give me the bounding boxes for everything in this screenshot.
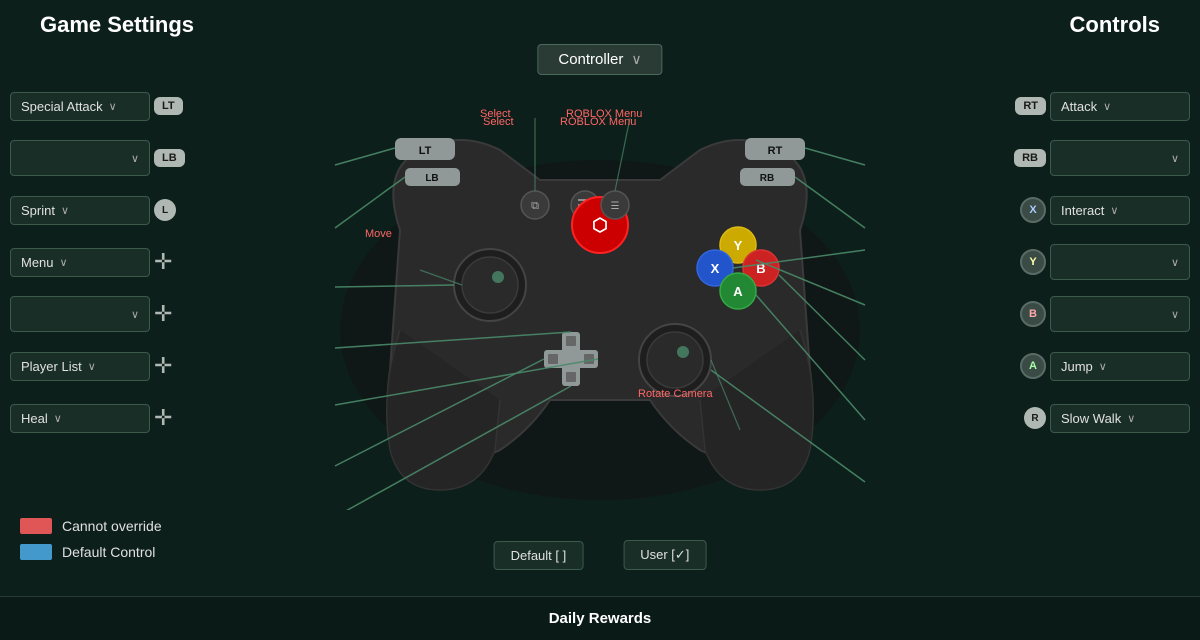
interact-button[interactable]: Interact ∨ bbox=[1050, 196, 1190, 225]
jump-label: Jump bbox=[1061, 359, 1093, 374]
control-row-special-attack: Special Attack ∨ LT bbox=[10, 80, 185, 132]
b-face-button-icon: B bbox=[1020, 301, 1046, 327]
svg-text:Y: Y bbox=[734, 238, 743, 253]
interact-label: Interact bbox=[1061, 203, 1104, 218]
game-settings-title: Game Settings bbox=[40, 12, 194, 38]
move-label-display: Move bbox=[365, 228, 392, 240]
default-control-text: Default Control bbox=[62, 544, 155, 560]
slow-walk-label: Slow Walk bbox=[1061, 411, 1121, 426]
chevron-icon: ∨ bbox=[1099, 360, 1107, 373]
footer: Daily Rewards bbox=[0, 596, 1200, 640]
svg-text:RB: RB bbox=[760, 173, 774, 184]
attack-button[interactable]: Attack ∨ bbox=[1050, 92, 1190, 121]
control-row-jump: A Jump ∨ bbox=[1014, 340, 1190, 392]
roblox-menu-label-display: ROBLOX Menu bbox=[560, 116, 636, 128]
x-face-button-icon: X bbox=[1020, 197, 1046, 223]
player-list-label: Player List bbox=[21, 359, 82, 374]
cannot-override-color bbox=[20, 518, 52, 534]
control-row-heal: Heal ∨ ✛ bbox=[10, 392, 185, 444]
sprint-button[interactable]: Sprint ∨ bbox=[10, 196, 150, 225]
chevron-down-icon: ∨ bbox=[631, 51, 641, 68]
heal-button[interactable]: Heal ∨ bbox=[10, 404, 150, 433]
svg-text:⬡: ⬡ bbox=[592, 215, 608, 235]
chevron-icon: ∨ bbox=[1171, 256, 1179, 269]
b-button[interactable]: ∨ bbox=[1050, 296, 1190, 332]
lb-label: LB bbox=[154, 149, 185, 167]
r-stick-icon: R bbox=[1024, 407, 1046, 429]
svg-text:LT: LT bbox=[419, 145, 432, 157]
svg-text:☰: ☰ bbox=[611, 201, 620, 212]
menu-button[interactable]: Menu ∨ bbox=[10, 248, 150, 277]
dpad-up-icon: ✛ bbox=[154, 251, 172, 273]
control-row-menu: Menu ∨ ✛ bbox=[10, 236, 185, 288]
chevron-icon: ∨ bbox=[109, 100, 117, 113]
controller-dropdown[interactable]: Controller ∨ bbox=[537, 44, 662, 75]
control-row-slow-walk: R Slow Walk ∨ bbox=[1014, 392, 1190, 444]
rt-label: RT bbox=[1015, 97, 1046, 115]
y-button[interactable]: ∨ bbox=[1050, 244, 1190, 280]
chevron-icon: ∨ bbox=[1171, 152, 1179, 165]
chevron-icon: ∨ bbox=[54, 412, 62, 425]
svg-text:X: X bbox=[711, 261, 720, 276]
control-row-attack: RT Attack ∨ bbox=[1014, 80, 1190, 132]
chevron-icon: ∨ bbox=[1103, 100, 1111, 113]
chevron-icon: ∨ bbox=[1110, 204, 1118, 217]
default-button[interactable]: Default [ ] bbox=[494, 541, 584, 570]
control-row-player-list: Player List ∨ ✛ bbox=[10, 340, 185, 392]
dpad-right-button[interactable]: ∨ bbox=[10, 296, 150, 332]
svg-text:⧉: ⧉ bbox=[531, 200, 539, 212]
dpad-left-icon: ✛ bbox=[154, 355, 172, 377]
legend: Cannot override Default Control bbox=[20, 518, 162, 570]
controls-title: Controls bbox=[1070, 12, 1160, 38]
control-row-y: Y ∨ bbox=[1014, 236, 1190, 288]
lb-button[interactable]: ∨ bbox=[10, 140, 150, 176]
chevron-icon: ∨ bbox=[1127, 412, 1135, 425]
l-stick-icon: L bbox=[154, 199, 176, 221]
control-row-dpad-right: ∨ ✛ bbox=[10, 288, 185, 340]
chevron-icon: ∨ bbox=[131, 152, 139, 165]
control-row-sprint: Sprint ∨ L bbox=[10, 184, 185, 236]
daily-rewards-text[interactable]: Daily Rewards bbox=[549, 610, 652, 627]
default-control-color bbox=[20, 544, 52, 560]
user-button[interactable]: User [✓] bbox=[623, 540, 706, 570]
menu-label: Menu bbox=[21, 255, 54, 270]
rb-label: RB bbox=[1014, 149, 1046, 167]
y-face-button-icon: Y bbox=[1020, 249, 1046, 275]
a-face-button-icon: A bbox=[1020, 353, 1046, 379]
chevron-icon: ∨ bbox=[88, 360, 96, 373]
rotate-camera-label-display: Rotate Camera bbox=[638, 388, 713, 400]
sprint-label: Sprint bbox=[21, 203, 55, 218]
svg-text:LB: LB bbox=[425, 173, 438, 184]
bottom-buttons: Default [ ] User [✓] bbox=[494, 540, 707, 570]
lt-label: LT bbox=[154, 97, 183, 115]
jump-button[interactable]: Jump ∨ bbox=[1050, 352, 1190, 381]
chevron-icon: ∨ bbox=[60, 256, 68, 269]
control-row-lb: ∨ LB bbox=[10, 132, 185, 184]
control-row-interact: X Interact ∨ bbox=[1014, 184, 1190, 236]
heal-label: Heal bbox=[21, 411, 48, 426]
chevron-icon: ∨ bbox=[61, 204, 69, 217]
control-row-b: B ∨ bbox=[1014, 288, 1190, 340]
cannot-override-text: Cannot override bbox=[62, 518, 162, 534]
right-panel: RT Attack ∨ RB ∨ X Interact ∨ Y ∨ B ∨ A bbox=[1014, 80, 1190, 444]
slow-walk-button[interactable]: Slow Walk ∨ bbox=[1050, 404, 1190, 433]
svg-text:RT: RT bbox=[768, 145, 783, 157]
chevron-icon: ∨ bbox=[131, 308, 139, 321]
select-label-display: Select bbox=[483, 116, 514, 128]
dpad-right-icon: ✛ bbox=[154, 303, 172, 325]
player-list-button[interactable]: Player List ∨ bbox=[10, 352, 150, 381]
controller-label: Controller bbox=[558, 51, 623, 68]
legend-cannot-override: Cannot override bbox=[20, 518, 162, 534]
special-attack-label: Special Attack bbox=[21, 99, 103, 114]
control-row-rb: RB ∨ bbox=[1014, 132, 1190, 184]
attack-label: Attack bbox=[1061, 99, 1097, 114]
left-panel: Special Attack ∨ LT ∨ LB Sprint ∨ L Menu… bbox=[10, 80, 185, 444]
rb-button[interactable]: ∨ bbox=[1050, 140, 1190, 176]
svg-text:A: A bbox=[733, 284, 743, 299]
chevron-icon: ∨ bbox=[1171, 308, 1179, 321]
dpad-down-icon: ✛ bbox=[154, 407, 172, 429]
legend-default-control: Default Control bbox=[20, 544, 162, 560]
special-attack-button[interactable]: Special Attack ∨ bbox=[10, 92, 150, 121]
